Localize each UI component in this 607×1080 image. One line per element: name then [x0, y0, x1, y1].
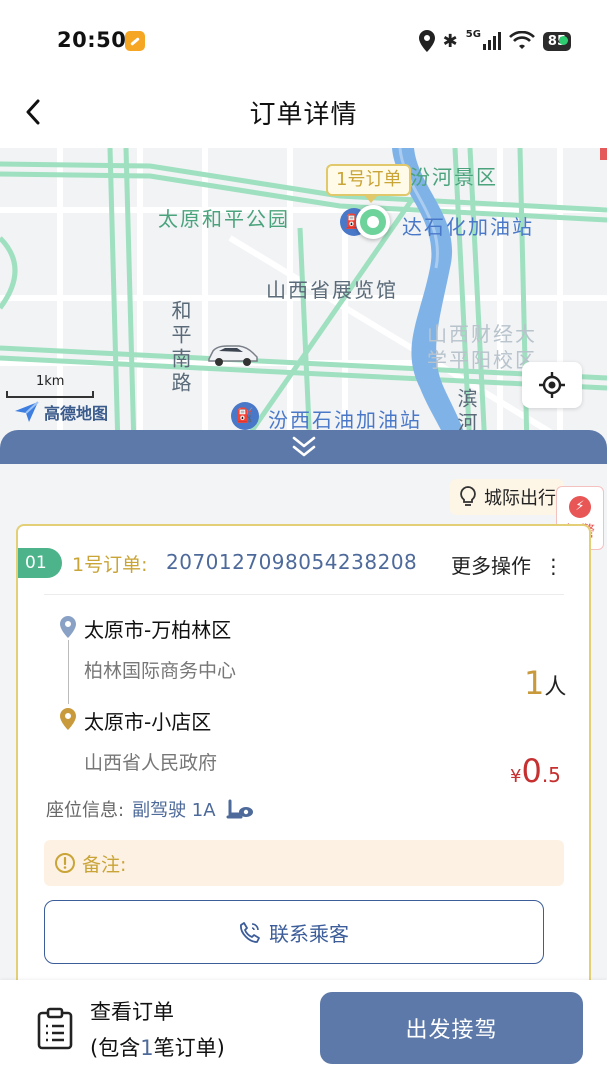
intercity-label: 城际出行: [484, 488, 556, 509]
seat-label: 座位信息:: [46, 800, 125, 821]
map-label-park: 太原和平公园: [158, 207, 290, 231]
privacy-dot: [559, 36, 568, 45]
map-scale-line: [6, 391, 94, 398]
depart-pickup-button[interactable]: 出发接驾: [320, 992, 583, 1064]
order-card: 01 1号订单: 2070127098054238208 更多操作 ⋮ 太原市-…: [16, 524, 591, 980]
seat-view-icon[interactable]: [226, 798, 254, 820]
order-count-prefix: (包含: [90, 1036, 141, 1060]
price-decimal: .5: [541, 763, 561, 787]
location-icon: [418, 30, 435, 52]
passenger-count: 1人: [524, 664, 566, 702]
map-label-gas-top: 达石化加油站: [402, 215, 534, 239]
origin-address: 柏林国际商务中心: [84, 660, 237, 682]
map-label-river-road: 滨河: [454, 388, 478, 436]
order-id: 2070127098054238208: [166, 550, 418, 574]
more-vertical-icon: ⋮: [543, 554, 564, 578]
gas-station-poi-icon[interactable]: ⛽: [231, 402, 259, 430]
double-chevron-down-icon: [292, 436, 315, 457]
price-integer: 0: [521, 752, 542, 790]
contact-passenger-button[interactable]: 联系乘客: [44, 900, 544, 964]
origin-pin-icon: [60, 616, 76, 638]
contact-passenger-label: 联系乘客: [269, 921, 349, 946]
locate-button[interactable]: [522, 362, 582, 408]
view-orders-text: 查看订单 (包含1笔订单): [90, 996, 225, 1062]
order-price: ¥0.5: [510, 752, 561, 790]
order-label: 1号订单:: [72, 554, 148, 576]
status-bar: 20:50 ✱ 5G 85: [0, 0, 607, 78]
pickup-marker-icon[interactable]: [356, 205, 390, 239]
network-type: 5G: [465, 29, 481, 40]
map-label-university-1: 山西财经大: [427, 322, 537, 346]
wifi-icon: [508, 31, 535, 49]
lightbulb-icon: [460, 486, 476, 506]
remark-box: 备注:: [44, 840, 564, 886]
map-scale-text: 1km: [36, 374, 65, 389]
passenger-unit: 人: [544, 675, 567, 700]
phone-icon: [240, 922, 260, 943]
info-icon: [55, 853, 75, 873]
map-label-gas-bottom: 汾西石油加油站: [268, 408, 422, 432]
destination-pin-icon: [60, 708, 76, 730]
clipboard-icon: [37, 1007, 73, 1050]
more-operations-button[interactable]: 更多操作 ⋮: [451, 550, 563, 579]
map-label-exhibition: 山西省展览馆: [266, 278, 398, 302]
app-notification-icon: [125, 31, 145, 51]
amap-logo-icon: [15, 401, 39, 422]
destination-city: 太原市-小店区: [84, 710, 212, 734]
price-currency: ¥: [510, 766, 522, 787]
seat-info: 座位信息: 副驾驶 1A: [46, 796, 254, 822]
intercity-tag: 城际出行: [450, 479, 564, 515]
destination-address: 山西省人民政府: [84, 752, 218, 774]
more-operations-label: 更多操作: [451, 554, 531, 578]
map-label-university-2: 学平阳校区: [427, 348, 537, 372]
map-order-tag: 1号订单: [326, 164, 412, 203]
origin-city: 太原市-万柏林区: [84, 618, 232, 642]
page-title: 订单详情: [249, 100, 358, 130]
amap-logo: 高德地图: [14, 400, 108, 424]
bottom-action-bar: 查看订单 (包含1笔订单) 出发接驾: [0, 980, 607, 1080]
passenger-number: 1: [524, 664, 545, 702]
order-count-suffix: 笔订单): [153, 1036, 225, 1060]
status-time: 20:50: [57, 28, 127, 52]
view-orders-button[interactable]: 查看订单 (包含1笔订单): [36, 996, 225, 1062]
order-detail-panel: 城际出行 ⚡ 报警 01 1号订单: 2070127098054238208 更…: [0, 464, 607, 980]
amap-logo-text: 高德地图: [44, 404, 109, 423]
map-view[interactable]: 太原和平公园 汾河景区 达石化加油站 山西省展览馆 山西财经大 学平阳校区 和平…: [0, 148, 607, 448]
divider: [44, 594, 564, 595]
navigation-header: 订单详情: [0, 78, 607, 148]
signal-icon: [482, 32, 501, 50]
order-count-text: (包含1笔订单): [90, 1032, 225, 1062]
map-label-scenic: 汾河景区: [410, 165, 498, 189]
collapse-map-button[interactable]: [0, 430, 607, 464]
remark-label: 备注:: [82, 853, 127, 876]
map-scale: 1km: [6, 374, 94, 398]
bluetooth-icon: ✱: [442, 30, 458, 52]
order-card-header: 01 1号订单: 2070127098054238208 更多操作 ⋮: [18, 526, 589, 598]
route-connector: [68, 640, 69, 704]
alarm-icon: ⚡: [569, 495, 591, 518]
status-icons: ✱ 5G 85: [418, 28, 571, 54]
view-orders-label: 查看订单: [90, 1000, 174, 1024]
crosshair-icon: [539, 372, 565, 398]
car-icon: [208, 345, 258, 366]
seat-value: 副驾驶 1A: [132, 800, 216, 821]
order-count-number: 1: [140, 1036, 154, 1060]
order-index-badge: 01: [18, 548, 62, 578]
map-label-road: 和平南路: [168, 300, 192, 396]
